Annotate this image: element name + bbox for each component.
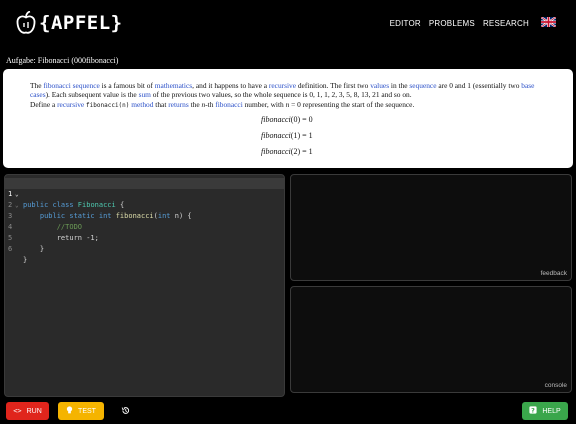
code-line[interactable]: 1 ⌄ public class Fibonacci { <box>5 178 284 209</box>
nav-problems[interactable]: PROBLEMS <box>429 19 475 28</box>
code-line[interactable]: 4 return -1; <box>5 211 284 242</box>
history-button[interactable] <box>116 402 134 420</box>
link-method[interactable]: method <box>131 100 153 109</box>
code-line[interactable]: 5 } <box>5 222 284 253</box>
help-label: HELP <box>542 407 561 415</box>
logo-text: {APFEL} <box>39 12 123 34</box>
console-panel: console <box>290 286 572 393</box>
task-title: Aufgabe: Fibonacci (000fibonacci) <box>6 56 119 65</box>
code-line[interactable]: 6 } <box>5 233 284 264</box>
feedback-label: feedback <box>540 270 567 277</box>
help-icon: ? <box>529 406 537 416</box>
top-nav: EDITOR PROBLEMS RESEARCH <box>382 16 557 29</box>
help-button[interactable]: ? HELP <box>522 402 568 420</box>
description-paragraph-1: The fibonacci sequence is a famous bit o… <box>30 81 535 100</box>
equation-row: fibonacci(0) = 0 <box>261 115 313 124</box>
feedback-panel: feedback <box>290 174 572 281</box>
console-label: console <box>544 382 567 389</box>
inline-code: fibonacci(n) <box>86 101 130 109</box>
nav-research[interactable]: RESEARCH <box>483 19 529 28</box>
code-editor[interactable]: 1 ⌄ public class Fibonacci { 2 ⌄ public st… <box>4 174 285 397</box>
nav-editor[interactable]: EDITOR <box>390 19 421 28</box>
equation-row: fibonacci(1) = 1 <box>261 131 313 140</box>
link-recursive[interactable]: recursive <box>269 81 296 90</box>
task-description: The fibonacci sequence is a famous bit o… <box>3 69 573 168</box>
apple-icon <box>16 11 36 34</box>
equations: fibonacci(0) = 0 fibonacci(1) = 1 fibona… <box>261 115 313 163</box>
logo[interactable]: {APFEL} <box>16 10 123 36</box>
code-line[interactable]: 2 ⌄ public static int fibonacci(int n) { <box>5 189 284 220</box>
link-recursive-2[interactable]: recursive <box>57 100 84 109</box>
equation-row: fibonacci(2) = 1 <box>261 147 313 156</box>
link-mathematics[interactable]: mathematics <box>155 81 192 90</box>
bulb-icon <box>66 406 73 416</box>
description-paragraph-2: Define a recursive fibonacci(n) method t… <box>30 99 415 109</box>
link-sum[interactable]: sum <box>139 90 151 99</box>
test-label: TEST <box>78 407 96 415</box>
link-sequence[interactable]: sequence <box>409 81 436 90</box>
test-button[interactable]: TEST <box>58 402 104 420</box>
code-line[interactable]: 3 //TODO <box>5 200 284 231</box>
uk-flag-icon[interactable] <box>540 16 557 29</box>
history-icon <box>121 406 130 417</box>
run-button[interactable]: <> RUN <box>6 402 49 420</box>
link-fibonacci[interactable]: fibonacci <box>215 100 243 109</box>
link-values[interactable]: values <box>370 81 389 90</box>
run-label: RUN <box>26 407 42 415</box>
link-returns[interactable]: returns <box>168 100 189 109</box>
code-icon: <> <box>13 407 22 415</box>
svg-text:?: ? <box>531 406 535 414</box>
link-fibonacci-sequence[interactable]: fibonacci sequence <box>43 81 99 90</box>
